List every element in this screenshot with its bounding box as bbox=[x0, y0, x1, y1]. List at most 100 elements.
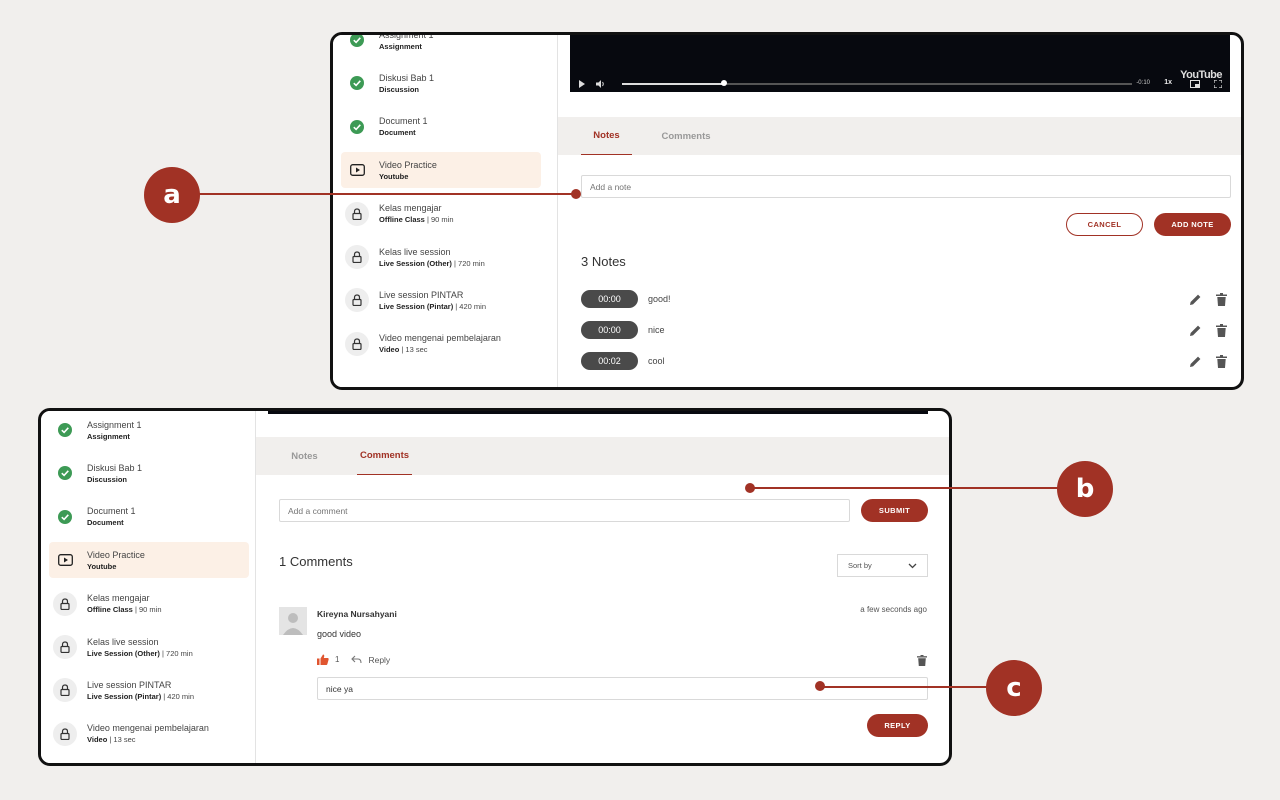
avatar bbox=[279, 607, 307, 635]
callout-b: b bbox=[1057, 461, 1113, 517]
note-timestamp[interactable]: 00:00 bbox=[581, 290, 638, 308]
play-icon[interactable] bbox=[578, 80, 586, 88]
check-circle-icon bbox=[345, 35, 369, 52]
video-player[interactable]: YouTube -0:10 1x bbox=[570, 35, 1230, 92]
note-row: 00:00 nice bbox=[581, 321, 1227, 339]
sidebar-item-type: Live Session (Pintar) bbox=[379, 301, 454, 311]
sidebar-item-subtitle: Assignment bbox=[87, 431, 142, 442]
note-timestamp[interactable]: 00:00 bbox=[581, 321, 638, 339]
course-sidebar: Assignment 1Assignment Diskusi Bab 1Discu… bbox=[41, 411, 256, 763]
note-text: nice bbox=[648, 325, 665, 335]
volume-icon[interactable] bbox=[596, 80, 606, 88]
notes-screenshot-frame: Assignment 1Assignment Diskusi Bab 1Discu… bbox=[330, 32, 1244, 390]
sidebar-item-subtitle: Discussion bbox=[87, 474, 142, 485]
trash-icon[interactable] bbox=[1216, 323, 1227, 337]
sidebar-item[interactable]: Live session PINTAR Live Session (Pintar)… bbox=[341, 282, 541, 318]
sidebar-item-duration: | 420 min bbox=[453, 301, 486, 311]
thumbs-up-icon[interactable] bbox=[317, 654, 329, 665]
video-progress-handle[interactable] bbox=[721, 80, 727, 86]
reply-input[interactable] bbox=[317, 677, 928, 700]
trash-icon[interactable] bbox=[1216, 292, 1227, 306]
edit-icon[interactable] bbox=[1189, 355, 1202, 368]
lock-icon bbox=[53, 721, 77, 746]
reply-icon[interactable] bbox=[351, 655, 363, 664]
sidebar-item[interactable]: Assignment 1Assignment bbox=[341, 35, 541, 58]
lock-icon bbox=[345, 331, 369, 356]
sidebar-item-type: Video bbox=[87, 735, 108, 745]
sidebar-item-text: Video Practice Youtube bbox=[379, 159, 437, 182]
video-controls: -0:10 1x bbox=[570, 76, 1230, 92]
sidebar-item[interactable]: Diskusi Bab 1 Discussion bbox=[49, 455, 249, 491]
like-count: 1 bbox=[335, 655, 340, 664]
tab-notes[interactable]: Notes bbox=[581, 117, 632, 155]
sidebar-item[interactable]: Video mengenai pembelajaran Video | 13 se… bbox=[49, 716, 249, 752]
comment-input[interactable] bbox=[279, 499, 850, 522]
sidebar-item[interactable]: Kelas live session Live Session (Other) |… bbox=[49, 629, 249, 665]
sidebar-item-type: Discussion bbox=[379, 84, 420, 94]
sidebar-item[interactable]: Document 1 Document bbox=[341, 109, 541, 145]
sidebar-item-title: Document 1 bbox=[379, 116, 428, 127]
sidebar-item-subtitle: Youtube bbox=[379, 171, 437, 182]
fullscreen-icon[interactable] bbox=[1214, 80, 1222, 88]
sidebar-item[interactable]: Document 1 Document bbox=[49, 499, 249, 535]
sidebar-item-text: Assignment 1Assignment bbox=[87, 419, 142, 442]
sidebar-item-title: Diskusi Bab 1 bbox=[379, 72, 435, 83]
sidebar-item-text: Kelas mengajar Offline Class | 90 min bbox=[379, 202, 454, 225]
note-actions bbox=[1189, 323, 1227, 337]
sidebar-item[interactable]: Kelas mengajar Offline Class | 90 min bbox=[49, 586, 249, 622]
check-circle-icon bbox=[53, 418, 77, 442]
sidebar-item-duration: | 720 min bbox=[159, 648, 193, 658]
note-timestamp[interactable]: 00:02 bbox=[581, 352, 638, 370]
sidebar-item-title: Live session PINTAR bbox=[87, 679, 172, 690]
sidebar-item-type: Assignment bbox=[87, 431, 130, 441]
sidebar-item[interactable]: Video Practice Youtube bbox=[341, 152, 541, 189]
sidebar-item-title: Diskusi Bab 1 bbox=[87, 462, 143, 473]
edit-icon[interactable] bbox=[1189, 324, 1202, 337]
video-player[interactable] bbox=[268, 411, 928, 414]
note-input[interactable] bbox=[581, 175, 1231, 198]
sidebar-item-text: Video mengenai pembelajaran Video | 13 se… bbox=[87, 722, 209, 745]
sidebar-item[interactable]: Live session PINTAR Live Session (Pintar)… bbox=[49, 672, 249, 708]
sidebar-item-subtitle: Live Session (Other) | 720 min bbox=[379, 258, 485, 269]
edit-icon[interactable] bbox=[1189, 293, 1202, 306]
reply-link[interactable]: Reply bbox=[368, 655, 390, 665]
sidebar-item-type: Document bbox=[87, 518, 124, 528]
submit-button[interactable]: SUBMIT bbox=[861, 499, 928, 522]
speed-button[interactable]: 1x bbox=[1164, 79, 1172, 86]
video-progress-fill bbox=[622, 83, 724, 85]
comment-timestamp: a few seconds ago bbox=[860, 605, 927, 614]
sidebar-item[interactable]: Assignment 1Assignment bbox=[49, 412, 249, 448]
sort-label: Sort by bbox=[848, 561, 872, 570]
sidebar-item-title: Video mengenai pembelajaran bbox=[87, 723, 209, 734]
tab-comments[interactable]: Comments bbox=[653, 117, 719, 155]
sidebar-item-title: Kelas live session bbox=[87, 636, 159, 647]
sidebar-item-subtitle: Offline Class | 90 min bbox=[379, 214, 454, 225]
tab-notes[interactable]: Notes bbox=[279, 437, 330, 475]
sidebar-item[interactable]: Kelas live session Live Session (Other) |… bbox=[341, 239, 541, 275]
cancel-button[interactable]: CANCEL bbox=[1066, 213, 1143, 236]
sidebar-item[interactable]: Kelas mengajar Offline Class | 90 min bbox=[341, 196, 541, 232]
callout-a-dot bbox=[571, 189, 581, 199]
sidebar-item-text: Document 1 Document bbox=[379, 115, 428, 138]
sidebar-item[interactable]: Video mengenai pembelajaran Video | 13 se… bbox=[341, 326, 541, 362]
chevron-down-icon bbox=[908, 563, 917, 568]
miniplayer-icon[interactable] bbox=[1190, 80, 1200, 88]
reply-button[interactable]: REPLY bbox=[867, 714, 928, 737]
callout-c-dot bbox=[815, 681, 825, 691]
sidebar-item-title: Video Practice bbox=[379, 159, 437, 170]
trash-icon[interactable] bbox=[917, 655, 927, 666]
sidebar-item[interactable]: Diskusi Bab 1 Discussion bbox=[341, 65, 541, 101]
video-progress-bar[interactable] bbox=[622, 80, 1132, 86]
trash-icon[interactable] bbox=[1216, 354, 1227, 368]
play-icon bbox=[345, 158, 369, 182]
sidebar-item-type: Live Session (Other) bbox=[87, 648, 160, 658]
comment-actions: 1 Reply bbox=[317, 654, 390, 665]
sidebar-item-text: Kelas mengajar Offline Class | 90 min bbox=[87, 592, 162, 615]
sidebar-item[interactable]: Video Practice Youtube bbox=[49, 542, 249, 579]
lock-icon bbox=[53, 591, 77, 616]
sidebar-item-text: Assignment 1Assignment bbox=[379, 35, 434, 52]
add-note-button[interactable]: ADD NOTE bbox=[1154, 213, 1231, 236]
sort-dropdown[interactable]: Sort by bbox=[837, 554, 928, 577]
sidebar-item-duration: | 420 min bbox=[161, 691, 194, 701]
tab-comments[interactable]: Comments bbox=[357, 437, 412, 475]
